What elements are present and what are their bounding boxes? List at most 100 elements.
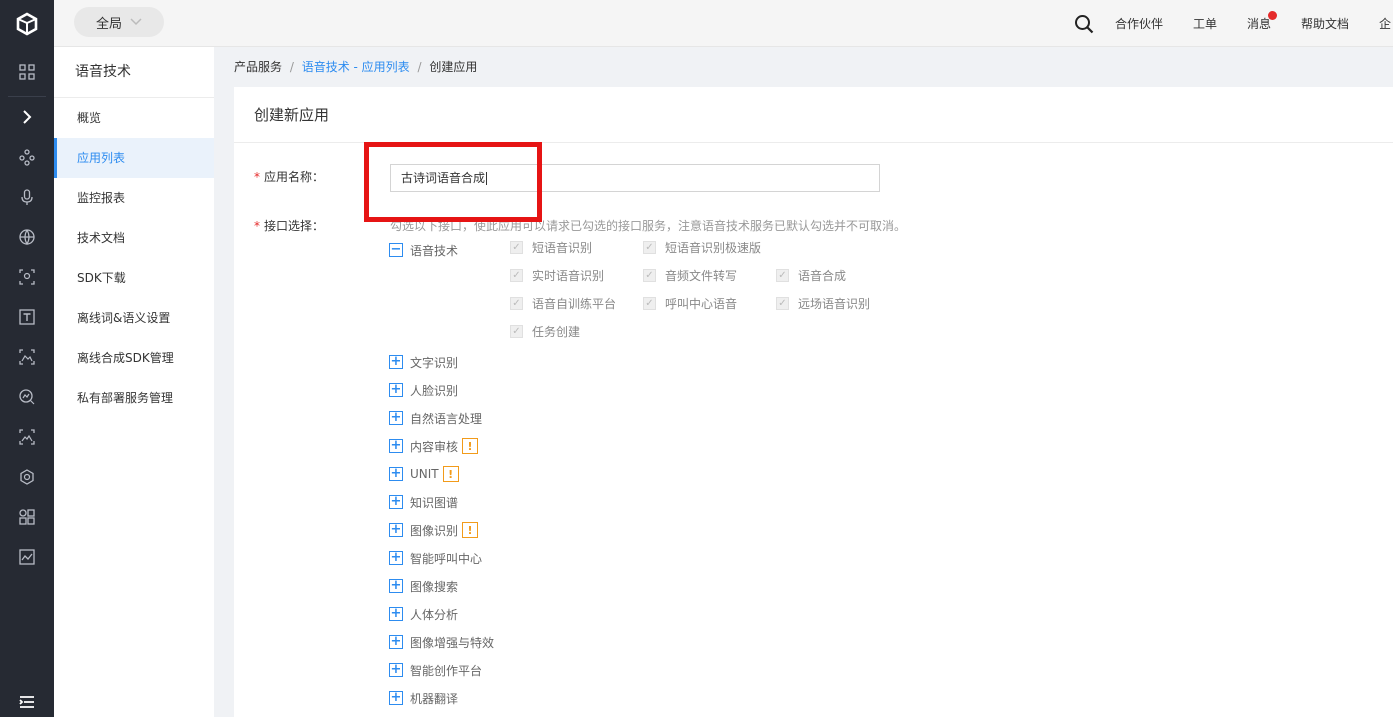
tree-group-image-recognition[interactable]: + 图像识别! [389, 520, 479, 540]
tree-group-label: 智能呼叫中心 [410, 551, 483, 566]
checkmark-icon: ✓ [510, 241, 523, 254]
dashboard-icon[interactable] [0, 537, 54, 577]
nav-help-docs[interactable]: 帮助文档 [1301, 15, 1349, 32]
api-select-label: * 接口选择： [254, 217, 324, 234]
plus-square-icon[interactable]: + [389, 411, 403, 425]
checkmark-icon: ✓ [643, 297, 656, 310]
nav-tickets[interactable]: 工单 [1193, 15, 1217, 32]
chevron-right-icon[interactable] [0, 97, 54, 137]
nav-messages[interactable]: 消息 [1246, 11, 1277, 32]
tree-group-voice[interactable]: − 语音技术 [389, 240, 458, 260]
plus-square-icon[interactable]: + [389, 355, 403, 369]
cube-logo-icon[interactable] [0, 0, 54, 48]
plus-square-icon[interactable]: + [389, 439, 403, 453]
minus-square-icon[interactable]: − [389, 243, 403, 257]
search-icon[interactable] [1069, 14, 1099, 34]
tree-group-label: 图像搜索 [410, 579, 459, 594]
tree-group-creation-platform[interactable]: + 智能创作平台 [389, 660, 482, 680]
service-label: 任务创建 [532, 325, 581, 339]
sidebar-item-monitoring[interactable]: 监控报表 [54, 178, 214, 218]
network-icon[interactable] [0, 137, 54, 177]
sidebar-item-sdk-download[interactable]: SDK下载 [54, 258, 214, 298]
service-checkbox: ✓ 任务创建 [510, 323, 580, 340]
microphone-icon[interactable] [0, 177, 54, 217]
required-mark: * [254, 219, 260, 233]
chart-search-icon[interactable] [0, 377, 54, 417]
menu-collapse-icon[interactable] [0, 687, 54, 717]
tree-group-translation[interactable]: + 机器翻译 [389, 688, 458, 708]
plus-square-icon[interactable]: + [389, 523, 403, 537]
plus-square-icon[interactable]: + [389, 383, 403, 397]
tree-group-label: 机器翻译 [410, 691, 459, 706]
tree-group-label: 内容审核 [410, 439, 459, 454]
tree-group-image-enhance[interactable]: + 图像增强与特效 [389, 632, 494, 652]
tree-group-face[interactable]: + 人脸识别 [389, 380, 458, 400]
tree-group-label: 人脸识别 [410, 383, 459, 398]
secondary-sidebar: 语音技术 概览 应用列表 监控报表 技术文档 SDK下载 离线词&语义设置 离线… [54, 47, 214, 717]
globe-icon[interactable] [0, 217, 54, 257]
sidebar-item-offline-words[interactable]: 离线词&语义设置 [54, 298, 214, 338]
api-select-label-text: 接口选择： [264, 219, 325, 233]
service-label: 短语音识别 [532, 241, 593, 255]
checkmark-icon: ✓ [510, 297, 523, 310]
app-name-label: * 应用名称： [254, 168, 324, 185]
breadcrumb-app-list[interactable]: 语音技术 - 应用列表 [302, 60, 410, 74]
nav-partners[interactable]: 合作伙伴 [1115, 15, 1163, 32]
tree-group-body-analysis[interactable]: + 人体分析 [389, 604, 458, 624]
page-title: 创建新应用 [234, 87, 1393, 143]
service-checkbox: ✓ 实时语音识别 [510, 267, 604, 284]
warning-icon[interactable]: ! [462, 438, 479, 454]
sidebar-item-private-deploy[interactable]: 私有部署服务管理 [54, 378, 214, 418]
plus-square-icon[interactable]: + [389, 663, 403, 677]
notification-badge [1267, 11, 1277, 20]
text-icon[interactable] [0, 297, 54, 337]
plus-square-icon[interactable]: + [389, 467, 403, 481]
plus-square-icon[interactable]: + [389, 495, 403, 509]
service-checkbox: ✓ 呼叫中心语音 [643, 295, 737, 312]
service-label: 语音合成 [798, 269, 847, 283]
image-recognition-icon[interactable] [0, 337, 54, 377]
plus-square-icon[interactable]: + [389, 551, 403, 565]
service-label: 短语音识别极速版 [665, 241, 762, 255]
plus-square-icon[interactable]: + [389, 579, 403, 593]
scope-dropdown[interactable]: 全局 [74, 7, 164, 37]
top-bar: 全局 合作伙伴 工单 消息 帮助文档 企 [54, 0, 1393, 47]
warning-icon[interactable]: ! [442, 466, 459, 482]
chevron-down-icon [130, 15, 142, 30]
tree-group-moderation[interactable]: + 内容审核! [389, 436, 479, 456]
plus-square-icon[interactable]: + [389, 635, 403, 649]
breadcrumb-root[interactable]: 产品服务 [234, 60, 282, 74]
breadcrumb-separator: / [289, 60, 294, 74]
hexagon-icon[interactable] [0, 457, 54, 497]
service-label: 语音自训练平台 [532, 297, 617, 311]
checkmark-icon: ✓ [776, 269, 789, 282]
grid-icon[interactable] [0, 48, 54, 96]
tree-group-knowledge-graph[interactable]: + 知识图谱 [389, 492, 458, 512]
nav-messages-label: 消息 [1246, 17, 1271, 31]
breadcrumb-separator: / [417, 60, 422, 74]
face-scan-icon[interactable] [0, 257, 54, 297]
tree-group-label: 人体分析 [410, 607, 459, 622]
warning-icon[interactable]: ! [462, 522, 479, 538]
top-nav: 合作伙伴 工单 消息 帮助文档 企 [1069, 0, 1393, 47]
tree-group-nlp[interactable]: + 自然语言处理 [389, 408, 482, 428]
service-checkbox: ✓ 语音合成 [776, 267, 846, 284]
breadcrumb: 产品服务 / 语音技术 - 应用列表 / 创建应用 [234, 47, 477, 87]
tree-group-label: UNIT [410, 467, 439, 481]
tree-group-image-search[interactable]: + 图像搜索 [389, 576, 458, 596]
sidebar-item-docs[interactable]: 技术文档 [54, 218, 214, 258]
plus-square-icon[interactable]: + [389, 607, 403, 621]
tree-group-ocr[interactable]: + 文字识别 [389, 352, 458, 372]
sidebar-item-offline-sdk[interactable]: 离线合成SDK管理 [54, 338, 214, 378]
required-mark: * [254, 170, 260, 184]
apps-icon[interactable] [0, 497, 54, 537]
sidebar-item-overview[interactable]: 概览 [54, 98, 214, 138]
service-checkbox: ✓ 短语音识别 [510, 239, 592, 256]
tree-group-unit[interactable]: + UNIT! [389, 464, 459, 484]
checkmark-icon: ✓ [510, 325, 523, 338]
sidebar-item-app-list[interactable]: 应用列表 [54, 138, 214, 178]
tree-group-call-center[interactable]: + 智能呼叫中心 [389, 548, 482, 568]
nav-enterprise[interactable]: 企 [1379, 15, 1393, 32]
plus-square-icon[interactable]: + [389, 691, 403, 705]
image-scan-icon[interactable] [0, 417, 54, 457]
